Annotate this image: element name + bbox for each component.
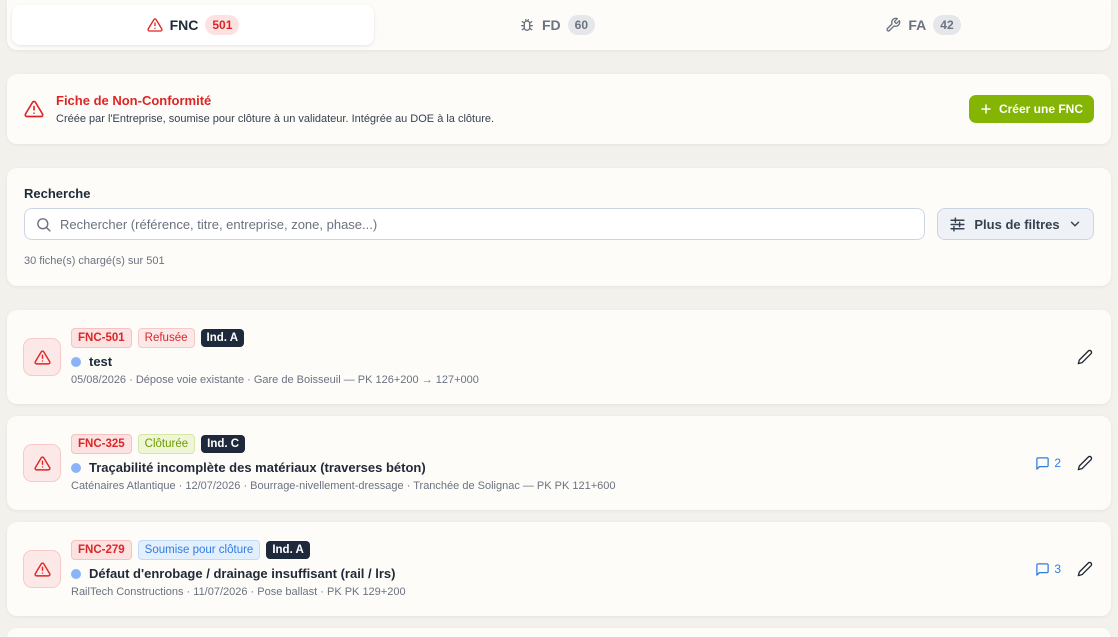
- more-filters-button[interactable]: Plus de filtres: [937, 208, 1094, 240]
- warning-triangle-icon: [146, 18, 163, 32]
- item-warning-badge: [23, 338, 61, 376]
- pencil-icon: [1077, 349, 1093, 365]
- item-body: FNC-325 Clôturée Ind. C Traçabilité inco…: [71, 434, 1035, 492]
- status-badge: Clôturée: [137, 434, 196, 454]
- edit-button[interactable]: [1075, 453, 1095, 473]
- comments-count: 2: [1054, 456, 1061, 470]
- chevron-down-icon: [1070, 221, 1079, 227]
- warning-triangle-icon: [33, 561, 51, 577]
- more-filters-label: Plus de filtres: [974, 216, 1060, 232]
- item-dot: [71, 462, 81, 473]
- item-warning-badge: [23, 550, 61, 588]
- tab-label: FNC: [169, 17, 199, 33]
- tab-bar: FNC 501 FD 60 FA 42: [7, 0, 1111, 50]
- item-warning-badge: [23, 444, 61, 482]
- status-badge: Soumise pour clôture: [137, 540, 261, 560]
- page-description: Créée par l'Entreprise, soumise pour clô…: [56, 113, 495, 125]
- comment-icon: [1036, 562, 1050, 576]
- search-label: Recherche: [24, 186, 91, 201]
- index-badge: Ind. A: [266, 541, 310, 559]
- sliders-icon: [950, 216, 965, 232]
- header-text: Fiche de Non-Conformité Créée par l'Entr…: [56, 93, 494, 125]
- wrench-icon: [886, 17, 901, 32]
- tab-count-badge: 42: [933, 15, 961, 35]
- item-reference: FNC-325: [71, 434, 132, 454]
- item-actions: 2: [1035, 453, 1095, 473]
- item-dot: [71, 568, 81, 579]
- edit-button[interactable]: [1075, 347, 1095, 367]
- index-badge: Ind. A: [200, 329, 245, 347]
- comment-icon: [1036, 456, 1050, 470]
- search-panel: Recherche Plus de filtres 30 fiche(s) ch…: [7, 168, 1111, 286]
- item-title-row: Traçabilité incomplète des matériaux (tr…: [71, 460, 1035, 475]
- edit-button[interactable]: [1075, 559, 1095, 579]
- pencil-icon: [1077, 561, 1093, 577]
- plus-icon: [981, 104, 991, 114]
- search-input[interactable]: [60, 216, 914, 232]
- item-reference: FNC-501: [71, 328, 132, 348]
- page-title: Fiche de Non-Conformité: [56, 93, 212, 108]
- item-title: Traçabilité incomplète des matériaux (tr…: [89, 460, 426, 475]
- tab-count-badge: 60: [567, 15, 596, 35]
- item-meta: 05/08/2026 · Dépose voie existante · Gar…: [71, 374, 479, 386]
- search-row: Plus de filtres: [24, 208, 1094, 240]
- list-item[interactable]: FNC-279 Soumise pour clôture Ind. A Défa…: [7, 522, 1111, 616]
- tab-fa[interactable]: FA 42: [740, 5, 1106, 45]
- item-tags: FNC-501 Refusée Ind. A: [71, 328, 1075, 348]
- tab-label: FA: [908, 17, 927, 33]
- pencil-icon: [1077, 455, 1093, 471]
- fnc-header: Fiche de Non-Conformité Créée par l'Entr…: [7, 74, 1111, 144]
- item-body: FNC-279 Soumise pour clôture Ind. A Défa…: [71, 540, 1035, 598]
- item-body: FNC-501 Refusée Ind. A test 05/08/2026 ·…: [71, 328, 1075, 386]
- tab-label: FD: [541, 17, 561, 33]
- tab-fnc[interactable]: FNC 501: [12, 5, 374, 45]
- list-item: [7, 628, 1111, 637]
- item-title-row: Défaut d'enrobage / drainage insuffisant…: [71, 566, 1035, 581]
- item-actions: 3: [1035, 559, 1095, 579]
- status-badge: Refusée: [137, 328, 195, 348]
- create-fnc-button[interactable]: Créer une FNC: [968, 95, 1094, 123]
- comments-button[interactable]: 3: [1035, 562, 1061, 577]
- warning-triangle-icon: [33, 455, 51, 471]
- item-meta: Caténaires Atlantique · 12/07/2026 · Bou…: [71, 480, 616, 492]
- comments-count: 3: [1054, 562, 1061, 576]
- index-badge: Ind. C: [201, 435, 246, 453]
- tab-count-badge: 501: [205, 15, 240, 35]
- comments-button[interactable]: 2: [1035, 456, 1061, 471]
- tab-fd[interactable]: FD 60: [374, 5, 740, 45]
- item-title: test: [89, 354, 113, 369]
- bug-icon: [520, 19, 533, 31]
- item-tags: FNC-279 Soumise pour clôture Ind. A: [71, 540, 1035, 560]
- item-dot: [71, 356, 81, 367]
- item-actions: [1075, 347, 1095, 367]
- results-count: 30 fiche(s) chargé(s) sur 501: [24, 255, 165, 267]
- item-meta: RailTech Constructions · 11/07/2026 · Po…: [71, 586, 406, 598]
- item-title-row: test: [71, 354, 1075, 369]
- warning-triangle-icon: [33, 349, 51, 365]
- search-icon: [37, 217, 51, 232]
- search-box: [24, 208, 925, 240]
- warning-triangle-icon: [24, 100, 44, 118]
- create-fnc-label: Créer une FNC: [998, 102, 1083, 116]
- list-item[interactable]: FNC-325 Clôturée Ind. C Traçabilité inco…: [7, 416, 1111, 510]
- item-tags: FNC-325 Clôturée Ind. C: [71, 434, 1035, 454]
- item-title: Défaut d'enrobage / drainage insuffisant…: [89, 566, 396, 581]
- list-item[interactable]: FNC-501 Refusée Ind. A test 05/08/2026 ·…: [7, 310, 1111, 404]
- item-reference: FNC-279: [71, 540, 132, 560]
